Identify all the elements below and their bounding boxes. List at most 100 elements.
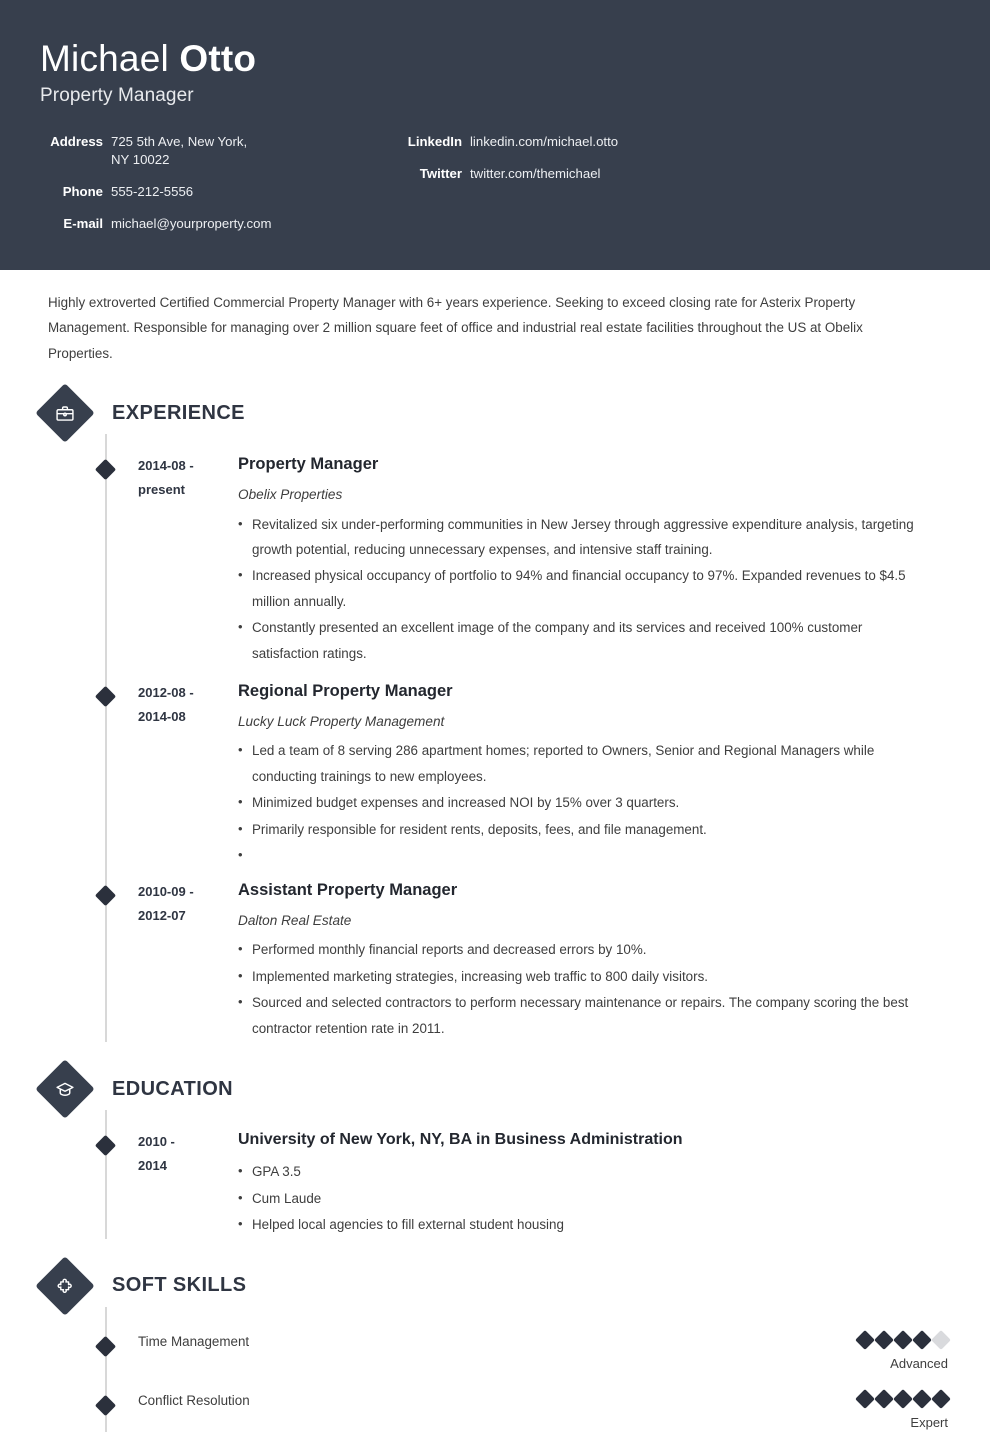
graduation-cap-icon xyxy=(35,1060,94,1119)
rating-diamond-filled xyxy=(912,1330,932,1350)
skill-item: Time Management Advanced xyxy=(40,1313,950,1373)
list-item: Implemented marketing strategies, increa… xyxy=(238,964,930,989)
education-detail-list: GPA 3.5 Cum Laude Helped local agencies … xyxy=(238,1159,930,1237)
experience-entry: 2012-08 - 2014-08 Regional Property Mana… xyxy=(40,667,950,866)
date-from: 2010-09 - xyxy=(138,880,238,904)
education-timeline: 2010 - 2014 University of New York, NY, … xyxy=(40,1116,950,1238)
list-item: GPA 3.5 xyxy=(238,1159,930,1184)
section-experience: EXPERIENCE 2014-08 - present Property Ma… xyxy=(40,392,950,1042)
timeline-marker-icon xyxy=(95,459,116,480)
timeline-marker-icon xyxy=(95,1395,116,1416)
contact-email[interactable]: E-mail michael@yourproperty.com xyxy=(40,215,365,233)
date-from: 2012-08 - xyxy=(138,681,238,705)
contact-phone: Phone 555-212-5556 xyxy=(40,183,365,201)
contact-label: LinkedIn xyxy=(400,133,462,151)
contact-value: 725 5th Ave, New York, NY 10022 xyxy=(103,133,247,169)
company-name: Lucky Luck Property Management xyxy=(238,713,930,731)
rating-diamond-filled xyxy=(874,1330,894,1350)
rating-diamond-filled xyxy=(893,1389,913,1409)
resume-body: Highly extroverted Certified Commercial … xyxy=(0,270,990,1432)
rating-diamond-filled xyxy=(912,1389,932,1409)
education-heading: EDUCATION xyxy=(40,1068,950,1110)
job-title: Property Manager xyxy=(40,85,950,107)
contact-column-left: Address 725 5th Ave, New York, NY 10022 … xyxy=(40,133,365,232)
contact-address: Address 725 5th Ave, New York, NY 10022 xyxy=(40,133,365,169)
contact-label: E-mail xyxy=(40,215,103,233)
list-item: Primarily responsible for resident rents… xyxy=(238,817,930,842)
job-role: Property Manager xyxy=(238,454,930,475)
date-to: 2012-07 xyxy=(138,904,238,928)
contact-label: Address xyxy=(40,133,103,169)
address-line-1: 725 5th Ave, New York, xyxy=(111,134,247,149)
company-name: Obelix Properties xyxy=(238,486,930,504)
skill-level-label: Advanced xyxy=(858,1356,948,1373)
professional-summary: Highly extroverted Certified Commercial … xyxy=(40,270,950,366)
contact-label: Phone xyxy=(40,183,103,201)
entry-dates: 2010-09 - 2012-07 xyxy=(138,880,238,1042)
section-title: EDUCATION xyxy=(112,1078,233,1101)
address-line-2: NY 10022 xyxy=(111,151,247,169)
list-item: Cum Laude xyxy=(238,1186,930,1211)
rating-diamond-filled xyxy=(931,1389,951,1409)
responsibility-list: Led a team of 8 serving 286 apartment ho… xyxy=(238,738,930,865)
contact-block: Address 725 5th Ave, New York, NY 10022 … xyxy=(40,133,950,232)
education-entry: 2010 - 2014 University of New York, NY, … xyxy=(40,1116,950,1238)
entry-dates: 2010 - 2014 xyxy=(138,1130,238,1238)
soft-skills-heading: SOFT SKILLS xyxy=(40,1265,950,1307)
list-item: Constantly presented an excellent image … xyxy=(238,615,930,666)
first-name: Michael xyxy=(40,38,179,79)
skill-label: Conflict Resolution xyxy=(138,1392,858,1411)
entry-content: Regional Property Manager Lucky Luck Pro… xyxy=(238,681,950,866)
rating-diamond-empty xyxy=(931,1330,951,1350)
experience-heading: EXPERIENCE xyxy=(40,392,950,434)
responsibility-list: Revitalized six under-performing communi… xyxy=(238,512,930,667)
timeline-marker-icon xyxy=(95,1135,116,1156)
rating-diamond-filled xyxy=(874,1389,894,1409)
briefcase-icon xyxy=(35,384,94,443)
contact-column-right: LinkedIn linkedin.com/michael.otto Twitt… xyxy=(365,133,950,232)
list-item: Increased physical occupancy of portfoli… xyxy=(238,563,930,614)
entry-dates: 2014-08 - present xyxy=(138,454,238,667)
contact-value: 555-212-5556 xyxy=(103,183,193,201)
contact-value[interactable]: twitter.com/themichael xyxy=(462,165,600,183)
puzzle-piece-icon xyxy=(35,1256,94,1315)
contact-value[interactable]: michael@yourproperty.com xyxy=(103,215,271,233)
experience-entry: 2014-08 - present Property Manager Obeli… xyxy=(40,440,950,667)
skill-item: Conflict Resolution Expert xyxy=(40,1372,950,1432)
rating-diamonds xyxy=(858,1333,948,1347)
rating-diamonds xyxy=(858,1392,948,1406)
date-to: 2014-08 xyxy=(138,705,238,729)
list-item-empty xyxy=(238,843,930,865)
rating-diamond-filled xyxy=(855,1330,875,1350)
list-item: Minimized budget expenses and increased … xyxy=(238,790,930,815)
section-title: EXPERIENCE xyxy=(112,402,245,425)
last-name: Otto xyxy=(179,38,256,79)
resume-header: Michael Otto Property Manager Address 72… xyxy=(0,0,990,270)
timeline-marker-icon xyxy=(95,885,116,906)
entry-content: Assistant Property Manager Dalton Real E… xyxy=(238,880,950,1042)
list-item: Helped local agencies to fill external s… xyxy=(238,1212,930,1237)
list-item: Performed monthly financial reports and … xyxy=(238,937,930,962)
entry-dates: 2012-08 - 2014-08 xyxy=(138,681,238,866)
responsibility-list: Performed monthly financial reports and … xyxy=(238,937,930,1041)
degree-title: University of New York, NY, BA in Busine… xyxy=(238,1130,930,1151)
date-to: 2014 xyxy=(138,1154,238,1178)
experience-timeline: 2014-08 - present Property Manager Obeli… xyxy=(40,440,950,1042)
page-title: Michael Otto xyxy=(40,38,950,79)
entry-content: Property Manager Obelix Properties Revit… xyxy=(238,454,950,667)
rating-diamond-filled xyxy=(855,1389,875,1409)
contact-value[interactable]: linkedin.com/michael.otto xyxy=(462,133,618,151)
timeline-marker-icon xyxy=(95,1335,116,1356)
contact-twitter[interactable]: Twitter twitter.com/themichael xyxy=(400,165,950,183)
list-item: Led a team of 8 serving 286 apartment ho… xyxy=(238,738,930,789)
skill-label: Time Management xyxy=(138,1333,858,1352)
date-from: 2010 - xyxy=(138,1130,238,1154)
skill-level-label: Expert xyxy=(858,1415,948,1432)
timeline-marker-icon xyxy=(95,686,116,707)
contact-linkedin[interactable]: LinkedIn linkedin.com/michael.otto xyxy=(400,133,950,151)
soft-skills-timeline: Time Management Advanced xyxy=(40,1313,950,1432)
company-name: Dalton Real Estate xyxy=(238,912,930,930)
section-title: SOFT SKILLS xyxy=(112,1274,246,1297)
job-role: Regional Property Manager xyxy=(238,681,930,702)
resume-page: Michael Otto Property Manager Address 72… xyxy=(0,0,990,1400)
